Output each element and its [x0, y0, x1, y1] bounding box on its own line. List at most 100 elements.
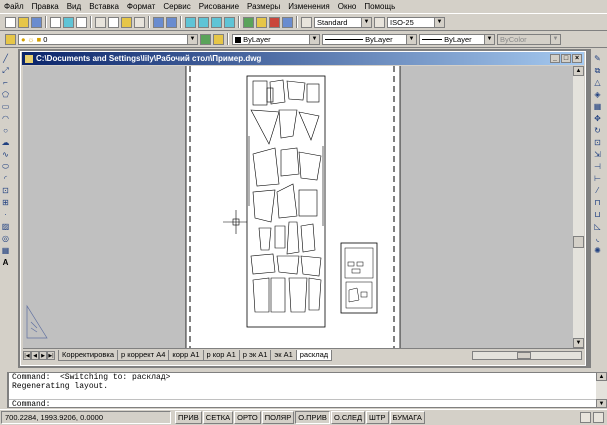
- ortho-button[interactable]: ОРТО: [234, 411, 261, 424]
- tab-layout-active[interactable]: расклад: [295, 350, 333, 361]
- rectangle-icon[interactable]: ▭: [0, 101, 11, 112]
- arc-icon[interactable]: ◠: [0, 113, 11, 124]
- redo-icon[interactable]: [166, 16, 177, 28]
- scroll-down-icon[interactable]: ▼: [596, 399, 607, 408]
- open-icon[interactable]: [18, 16, 29, 28]
- coordinates-readout[interactable]: 700.2284, 1993.9206, 0.0000: [1, 411, 171, 424]
- rotate-icon[interactable]: ↻: [592, 125, 603, 136]
- command-window[interactable]: Command: <Switching to: расклад> Regener…: [8, 372, 601, 409]
- menu-view[interactable]: Вид: [63, 2, 85, 11]
- minimize-button[interactable]: _: [550, 54, 560, 63]
- new-icon[interactable]: [5, 16, 16, 28]
- scroll-thumb[interactable]: [573, 236, 584, 248]
- linetype-combo[interactable]: ByLayer ▼: [322, 33, 417, 45]
- make-current-layer-icon[interactable]: [200, 33, 211, 45]
- dim-style-combo[interactable]: ISO-25 ▼: [387, 16, 445, 28]
- prev-tab-icon[interactable]: ◀: [31, 351, 39, 360]
- color-combo[interactable]: ByLayer ▼: [232, 33, 320, 45]
- tab-layout-4[interactable]: р кор А1: [202, 350, 240, 361]
- command-scrollbar[interactable]: ▲ ▼: [596, 372, 607, 408]
- menu-file[interactable]: Файл: [0, 2, 28, 11]
- trim-icon[interactable]: ⊣: [592, 161, 603, 172]
- print-preview-icon[interactable]: [63, 16, 74, 28]
- drawing-window-titlebar[interactable]: C:\Documents and Settings\lily\Рабочий с…: [22, 52, 584, 65]
- osnap-button[interactable]: О.ПРИВ: [295, 411, 330, 424]
- insert-block-icon[interactable]: ⊡: [0, 185, 11, 196]
- undo-icon[interactable]: [153, 16, 164, 28]
- zoom-window-icon[interactable]: [211, 16, 222, 28]
- paste-icon[interactable]: [121, 16, 132, 28]
- region-icon[interactable]: ◎: [0, 233, 11, 244]
- tab-layout-1[interactable]: Корректировка: [58, 350, 118, 361]
- match-properties-icon[interactable]: [134, 16, 145, 28]
- status-tray-icon[interactable]: [593, 412, 604, 423]
- copy-icon[interactable]: [108, 16, 119, 28]
- menu-insert[interactable]: Вставка: [85, 2, 123, 11]
- point-icon[interactable]: ·: [0, 209, 11, 220]
- scale-icon[interactable]: ⊡: [592, 137, 603, 148]
- paper-button[interactable]: БУМАГА: [389, 411, 425, 424]
- multiline-text-icon[interactable]: A: [0, 257, 11, 268]
- layer-combo[interactable]: ● ☼ ■ 0 ▼: [18, 33, 198, 45]
- zoom-previous-icon[interactable]: [224, 16, 235, 28]
- zoom-realtime-icon[interactable]: [198, 16, 209, 28]
- drawing-canvas[interactable]: [23, 66, 573, 348]
- extend-icon[interactable]: ⊢: [592, 173, 603, 184]
- ellipse-icon[interactable]: ⬭: [0, 161, 11, 172]
- make-block-icon[interactable]: ⊞: [0, 197, 11, 208]
- scroll-up-icon[interactable]: ▲: [573, 66, 584, 76]
- menu-tools[interactable]: Сервис: [159, 2, 194, 11]
- chamfer-icon[interactable]: ◺: [592, 221, 603, 232]
- vertical-scrollbar[interactable]: ▲ ▼: [573, 66, 584, 348]
- tab-layout-6[interactable]: эк А1: [270, 350, 297, 361]
- fillet-icon[interactable]: ◟: [592, 233, 603, 244]
- lineweight-combo[interactable]: ByLayer ▼: [419, 33, 495, 45]
- communication-center-icon[interactable]: [580, 412, 591, 423]
- line-icon[interactable]: ╱: [0, 53, 11, 64]
- save-icon[interactable]: [31, 16, 42, 28]
- tool-palettes-icon[interactable]: [269, 16, 280, 28]
- cut-icon[interactable]: [95, 16, 106, 28]
- first-tab-icon[interactable]: |◀: [23, 351, 31, 360]
- grid-button[interactable]: СЕТКА: [202, 411, 234, 424]
- scroll-up-icon[interactable]: ▲: [596, 372, 607, 381]
- mirror-icon[interactable]: △: [592, 77, 603, 88]
- circle-icon[interactable]: ○: [0, 125, 11, 136]
- snap-button[interactable]: ПРИВ: [175, 411, 202, 424]
- menu-draw[interactable]: Рисование: [195, 2, 243, 11]
- polyline-icon[interactable]: ⌐: [0, 77, 11, 88]
- break-at-point-icon[interactable]: ⁄: [592, 185, 603, 196]
- next-tab-icon[interactable]: ▶: [39, 351, 47, 360]
- menu-modify[interactable]: Изменения: [284, 2, 333, 11]
- layer-previous-icon[interactable]: [213, 33, 224, 45]
- tab-layout-5[interactable]: р эк А1: [238, 350, 272, 361]
- tab-layout-2[interactable]: р коррект А4: [117, 350, 170, 361]
- command-prompt[interactable]: Command:: [9, 399, 600, 409]
- publish-icon[interactable]: [76, 16, 87, 28]
- maximize-button[interactable]: □: [561, 54, 571, 63]
- layer-manager-icon[interactable]: [5, 33, 16, 45]
- command-window-grip[interactable]: [0, 372, 8, 408]
- otrack-button[interactable]: О.СЛЕД: [330, 411, 366, 424]
- menu-help[interactable]: Помощь: [360, 2, 399, 11]
- hatch-icon[interactable]: ▨: [0, 221, 11, 232]
- spline-icon[interactable]: ∿: [0, 149, 11, 160]
- polar-button[interactable]: ПОЛЯР: [261, 411, 295, 424]
- offset-icon[interactable]: ◈: [592, 89, 603, 100]
- pan-icon[interactable]: [185, 16, 196, 28]
- help-icon[interactable]: [282, 16, 293, 28]
- lineweight-button[interactable]: ШТР: [366, 411, 389, 424]
- construction-line-icon[interactable]: ⤢: [0, 65, 11, 76]
- properties-icon[interactable]: [243, 16, 254, 28]
- menu-edit[interactable]: Правка: [28, 2, 63, 11]
- horizontal-scrollbar[interactable]: [472, 351, 582, 360]
- menu-dimension[interactable]: Размеры: [243, 2, 284, 11]
- break-icon[interactable]: ⊓: [592, 197, 603, 208]
- stretch-icon[interactable]: ⇲: [592, 149, 603, 160]
- array-icon[interactable]: ▦: [592, 101, 603, 112]
- close-button[interactable]: ×: [572, 54, 582, 63]
- explode-icon[interactable]: ✺: [592, 245, 603, 256]
- menu-format[interactable]: Формат: [123, 2, 159, 11]
- scroll-down-icon[interactable]: ▼: [573, 338, 584, 348]
- design-center-icon[interactable]: [256, 16, 267, 28]
